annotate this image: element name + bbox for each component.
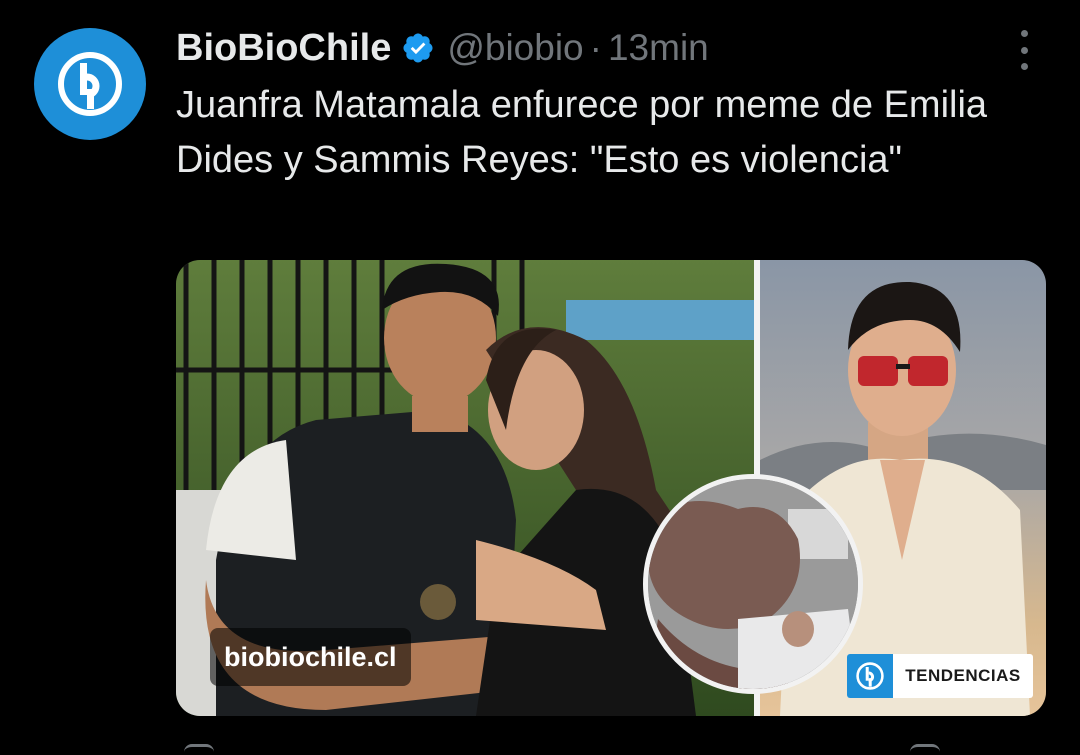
timestamp[interactable]: 13min [608,27,709,69]
biobio-logo-icon [58,52,122,116]
verified-badge-icon [401,31,435,65]
card-inset-photo [643,474,863,694]
dot [1020,30,1028,37]
tendencias-badge: TENDENCIAS [847,654,1033,698]
tendencias-label: TENDENCIAS [905,666,1021,685]
handle[interactable]: @biobio [447,27,583,69]
tweet-text: Juanfra Matamala enfurece por meme de Em… [176,84,988,181]
dot [1020,46,1028,54]
separator: · [589,27,602,68]
biobio-small-logo-icon [847,654,893,698]
display-name[interactable]: BioBioChile [176,27,391,70]
link-card[interactable]: biobiochile.cl TENDENCIAS [176,260,1046,716]
more-options-icon[interactable] [1010,30,1038,70]
avatar[interactable] [34,28,146,140]
tweet-actions [176,740,1046,750]
dot [1020,63,1028,70]
card-source-label: biobiochile.cl [210,628,411,686]
tweet-header: BioBioChile @biobio · 13min [176,24,709,72]
